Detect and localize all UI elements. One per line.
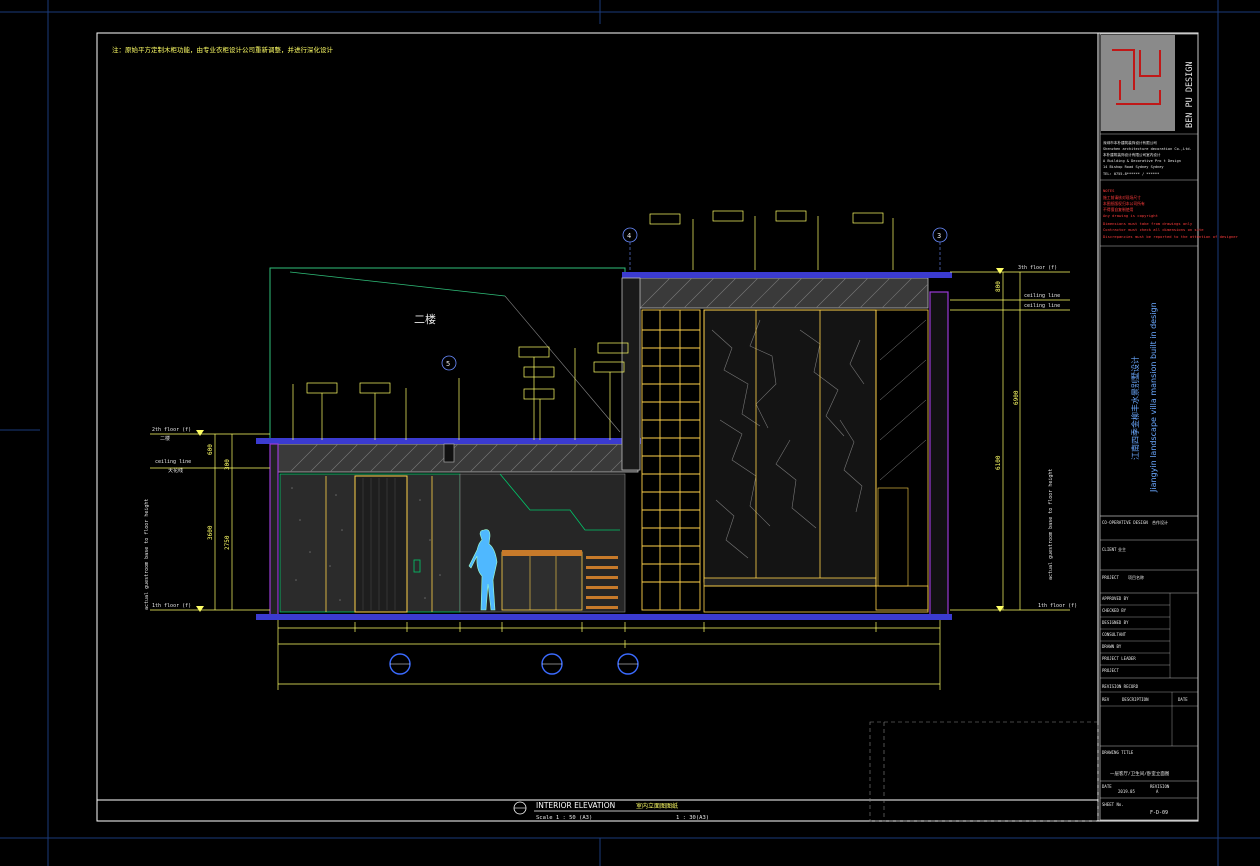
svg-text:Discrepancies must be reported: Discrepancies must be reported to the at… — [1103, 234, 1239, 239]
svg-text:Scale 1 : 50 (A3): Scale 1 : 50 (A3) — [536, 815, 592, 821]
floor-label: 二楼 — [414, 312, 436, 326]
project-title-cn: 江南四季金柳丰水景别墅设计 — [1130, 356, 1140, 460]
svg-text:DRAWN BY: DRAWN BY — [1102, 644, 1122, 649]
center-column — [621, 277, 641, 471]
svg-text:Shenzhen architecture decorati: Shenzhen architecture decoration Co.,Ltd… — [1103, 147, 1192, 151]
svg-text:APPROVED BY: APPROVED BY — [1102, 596, 1129, 601]
right-wall — [929, 291, 949, 617]
svg-text:ceiling line: ceiling line — [1024, 293, 1060, 299]
svg-text:actual guestroom base to floor: actual guestroom base to floor height — [1048, 469, 1054, 580]
svg-text:6100: 6100 — [995, 455, 1002, 470]
svg-text:DATE: DATE — [1178, 697, 1188, 702]
svg-text:4: 4 — [627, 232, 631, 240]
company-info: 深圳市本朴建筑装饰设计有限公司 Shenzhen architecture de… — [1103, 140, 1192, 176]
svg-text:REV: REV — [1102, 697, 1110, 702]
svg-text:CHECKED BY: CHECKED BY — [1102, 608, 1127, 613]
svg-text:DESCRIPTION: DESCRIPTION — [1122, 697, 1149, 702]
sheet-info: DRAWING TITLE 一层客厅/卫生间/卧室立面图 DATE 2019.0… — [1100, 750, 1198, 816]
svg-text:室内立面图图纸: 室内立面图图纸 — [636, 802, 678, 810]
svg-text:1th floor (f): 1th floor (f) — [152, 603, 191, 609]
svg-text:深圳市本朴建筑装饰设计有限公司: 深圳市本朴建筑装饰设计有限公司 — [1103, 140, 1157, 145]
svg-text:actual guestroom base to floor: actual guestroom base to floor height — [144, 499, 150, 610]
svg-text:300: 300 — [224, 459, 231, 470]
svg-text:SHEET No.: SHEET No. — [1102, 802, 1124, 807]
sheet-frame — [96, 32, 1199, 822]
svg-text:A: A — [1156, 789, 1159, 794]
view-title: INTERIOR ELEVATION 室内立面图图纸 Scale 1 : 50 … — [513, 801, 709, 821]
svg-text:不得擅自复制使用: 不得擅自复制使用 — [1103, 207, 1134, 212]
drawing-note: 注：原始平方定制木柜功能，由专业衣柜设计公司重新调整，并进行深化设计 — [112, 45, 334, 54]
svg-text:Any drawing is copyright: Any drawing is copyright — [1103, 213, 1158, 218]
svg-text:CLIENT: CLIENT — [1102, 547, 1117, 552]
svg-text:800: 800 — [995, 281, 1002, 292]
svg-text:一层客厅/卫生间/卧室立面图: 一层客厅/卫生间/卧室立面图 — [1110, 770, 1170, 777]
info-rows: CO-OPERATIVE DESIGN 合作设计 CLIENT 业主 PROJE… — [1100, 519, 1198, 679]
section-markers — [389, 653, 639, 675]
bottom-dimensions — [277, 620, 941, 690]
project-title-en: Jiangyin landscape villa mansion built i… — [1149, 302, 1158, 493]
svg-text:3th floor (f): 3th floor (f) — [1018, 265, 1057, 271]
svg-text:PROJECT: PROJECT — [1102, 575, 1119, 580]
brand-name: BEN PU DESIGN — [1185, 61, 1195, 128]
svg-text:3: 3 — [937, 232, 941, 240]
svg-text:2750: 2750 — [224, 535, 231, 550]
svg-text:A Building & Decorative Pro t: A Building & Decorative Pro t Design — [1103, 159, 1181, 163]
right-level-markers: 3th floor (f) ceiling line ceiling line … — [950, 265, 1077, 612]
svg-text:项目名称: 项目名称 — [1128, 574, 1144, 580]
right-tall-cabinet — [875, 309, 929, 611]
svg-text:Contractor must check all dime: Contractor must check all dimensions on … — [1103, 227, 1204, 232]
svg-text:600: 600 — [207, 444, 214, 455]
revision-table: REVISION RECORD REV DESCRIPTION DATE — [1100, 684, 1198, 747]
svg-text:REVISION RECORD: REVISION RECORD — [1102, 684, 1139, 689]
svg-text:INTERIOR ELEVATION: INTERIOR ELEVATION — [536, 801, 615, 810]
svg-text:14 Bishop Road Sydney Sydney: 14 Bishop Road Sydney Sydney — [1103, 165, 1164, 169]
stamp-area — [869, 721, 1099, 822]
svg-text:1th floor (f): 1th floor (f) — [1038, 603, 1077, 609]
cad-drawing-canvas: 注：原始平方定制木柜功能，由专业衣柜设计公司重新调整，并进行深化设计 二楼 4 … — [0, 0, 1260, 866]
svg-text:PROJECT: PROJECT — [1102, 668, 1119, 673]
svg-text:施工前请核对现场尺寸: 施工前请核对现场尺寸 — [1103, 195, 1141, 200]
svg-text:DATE: DATE — [1102, 784, 1112, 789]
left-wall — [269, 443, 279, 617]
svg-text:CONSULTANT: CONSULTANT — [1102, 632, 1127, 637]
svg-text:ceiling line: ceiling line — [1024, 303, 1060, 309]
svg-text:REVISION: REVISION — [1150, 784, 1170, 789]
svg-text:DRAWING TITLE: DRAWING TITLE — [1102, 750, 1134, 755]
floor-slab — [256, 614, 952, 620]
grid-marker-mid: 5 — [441, 355, 457, 371]
grid-marker-left: 4 — [622, 227, 638, 243]
svg-text:本朴建筑装饰设计有限公司室内设计: 本朴建筑装饰设计有限公司室内设计 — [1103, 152, 1161, 157]
svg-text:二楼: 二楼 — [160, 435, 170, 442]
svg-text:ceiling line: ceiling line — [155, 459, 191, 465]
left-level-markers: 2th floor (f) 二楼 ceiling line 天花线 1th fl… — [144, 427, 270, 612]
right-slab — [635, 277, 929, 309]
right-cabinet — [641, 309, 701, 611]
svg-text:1 : 30(A3): 1 : 30(A3) — [676, 815, 709, 821]
svg-text:DESIGNED BY: DESIGNED BY — [1102, 620, 1129, 625]
svg-text:3600: 3600 — [207, 525, 214, 540]
elevation-drawing: 二楼 4 3 5 2th floor (f) 二楼 ceiling line 天… — [144, 210, 1077, 690]
counter — [501, 551, 583, 611]
svg-text:CO-OPERATIVE DESIGN: CO-OPERATIVE DESIGN — [1102, 520, 1148, 525]
svg-text:5: 5 — [446, 360, 450, 368]
svg-text:TEL: 0755-8****** / ******: TEL: 0755-8****** / ****** — [1103, 172, 1159, 176]
svg-text:2th floor (f): 2th floor (f) — [152, 427, 191, 433]
svg-text:本图纸版权归本公司所有: 本图纸版权归本公司所有 — [1103, 201, 1145, 206]
grid-marker-right: 3 — [932, 227, 948, 243]
svg-text:Dimensions must take from draw: Dimensions must take from drawings only — [1103, 221, 1193, 226]
sheet-number: F-D-09 — [1150, 810, 1168, 816]
svg-text:2019.05: 2019.05 — [1118, 789, 1135, 794]
svg-text:合作设计: 合作设计 — [1152, 519, 1168, 525]
svg-text:业主: 业主 — [1118, 546, 1126, 552]
svg-text:6900: 6900 — [1013, 390, 1020, 405]
svg-text:PROJECT LEADER: PROJECT LEADER — [1102, 656, 1136, 661]
svg-text:NOTES: NOTES — [1103, 188, 1115, 193]
marble-wall — [703, 309, 877, 583]
